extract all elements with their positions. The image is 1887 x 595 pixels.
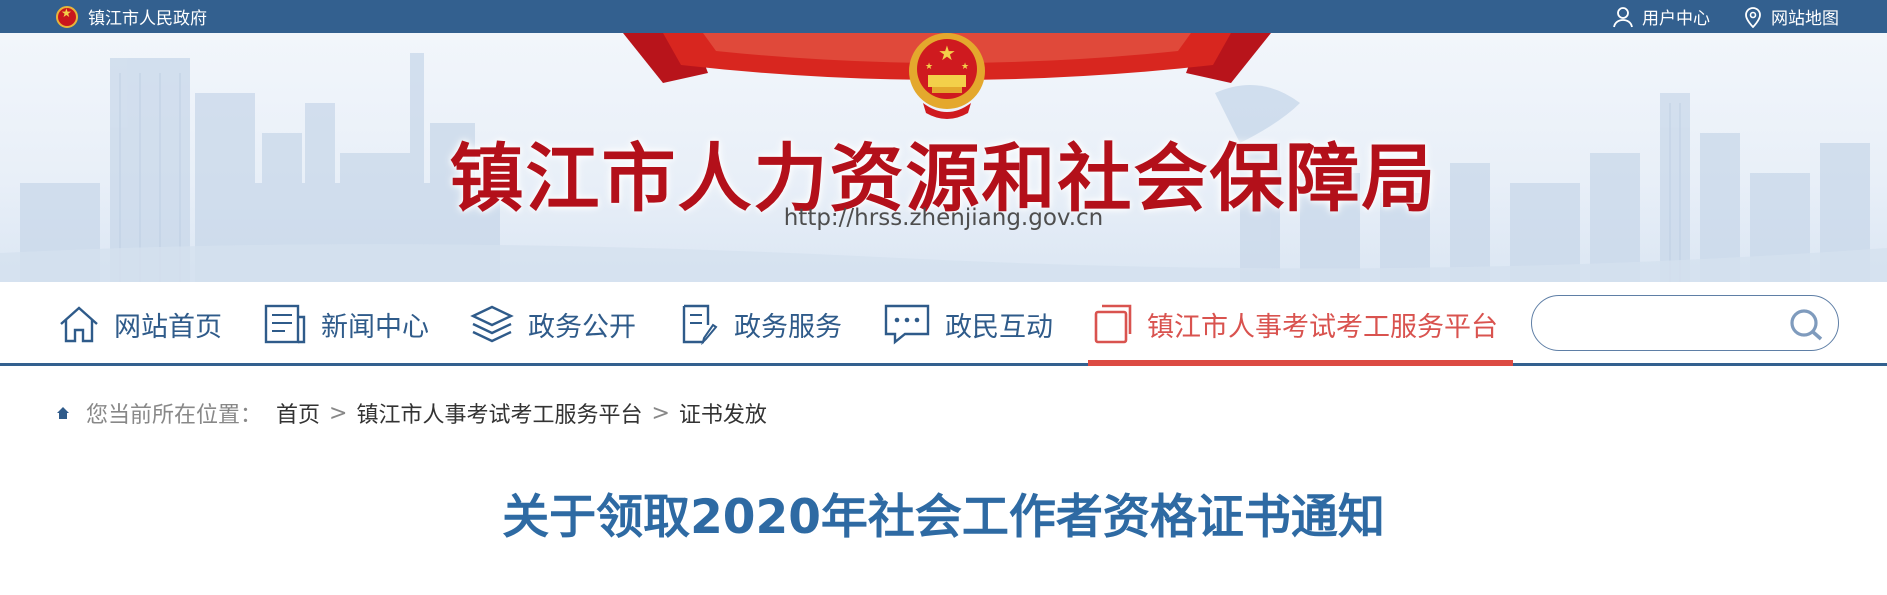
site-map-link[interactable]: 网站地图 (1744, 4, 1839, 29)
square-icon (1094, 304, 1132, 344)
main-nav: 网站首页 新闻中心 政务公开 政务服务 政民互动 镇江市人事考试考工服务平台 (0, 282, 1887, 366)
user-icon (1613, 6, 1633, 27)
emblem-icon (56, 5, 78, 28)
nav-item-label: 新闻中心 (321, 311, 429, 343)
search-icon[interactable] (1788, 308, 1824, 342)
top-links: 用户中心 网站地图 (1579, 0, 1839, 33)
gov-name: 镇江市人民政府 (88, 9, 207, 29)
nav-active-indicator (1088, 360, 1513, 366)
nav-item-gov-affairs[interactable]: 政务公开 (470, 282, 636, 366)
document-edit-icon (682, 304, 718, 345)
location-icon (1745, 6, 1761, 28)
breadcrumb: 您当前所在位置： 首页 > 镇江市人事考试考工服务平台 > 证书发放 (56, 398, 767, 428)
svg-text:★: ★ (925, 62, 933, 72)
news-icon (264, 304, 306, 344)
user-center-link[interactable]: 用户中心 (1613, 4, 1710, 29)
nav-item-interaction[interactable]: 政民互动 (883, 282, 1053, 366)
article-title: 关于领取2020年社会工作者资格证书通知 (502, 490, 1385, 545)
nav-item-exam-platform[interactable]: 镇江市人事考试考工服务平台 (1093, 282, 1498, 366)
search-box (1531, 295, 1839, 351)
national-emblem: ★ ★ ★ (909, 33, 985, 119)
site-url: http://hrss.zhenjiang.gov.cn (783, 205, 1104, 231)
breadcrumb-item-home[interactable]: 首页 (276, 397, 320, 429)
nav-underline (0, 363, 1887, 366)
nav-item-label: 镇江市人事考试考工服务平台 (1147, 311, 1498, 343)
nav-item-news[interactable]: 新闻中心 (263, 282, 429, 366)
header-banner: ★ ★ ★ 镇江市人力资源和社会保障局 http://hrss.zhenjian… (0, 33, 1887, 282)
breadcrumb-lead: 您当前所在位置： (86, 403, 263, 428)
home-small-icon (57, 407, 69, 419)
breadcrumb-separator: > (329, 400, 348, 426)
nav-item-label: 政民互动 (945, 311, 1053, 343)
nav-item-gov-services[interactable]: 政务服务 (680, 282, 842, 366)
site-map-label: 网站地图 (1771, 9, 1839, 29)
nav-item-label: 网站首页 (114, 311, 222, 343)
user-center-label: 用户中心 (1642, 9, 1710, 29)
svg-text:★: ★ (961, 62, 969, 72)
home-icon (60, 306, 98, 343)
breadcrumb-item-exam-platform[interactable]: 镇江市人事考试考工服务平台 (356, 397, 642, 429)
breadcrumb-separator: > (651, 400, 670, 426)
nav-item-label: 政务公开 (528, 311, 636, 343)
top-bar: 镇江市人民政府 用户中心 网站地图 (0, 0, 1887, 33)
search-input[interactable] (1550, 306, 1774, 342)
nav-item-label: 政务服务 (734, 311, 842, 343)
layers-icon (470, 305, 514, 343)
gov-link[interactable]: 镇江市人民政府 (56, 0, 207, 33)
breadcrumb-item-certificates[interactable]: 证书发放 (679, 397, 767, 429)
nav-item-home[interactable]: 网站首页 (58, 282, 222, 366)
svg-text:★: ★ (938, 41, 956, 65)
chat-icon (884, 304, 930, 345)
